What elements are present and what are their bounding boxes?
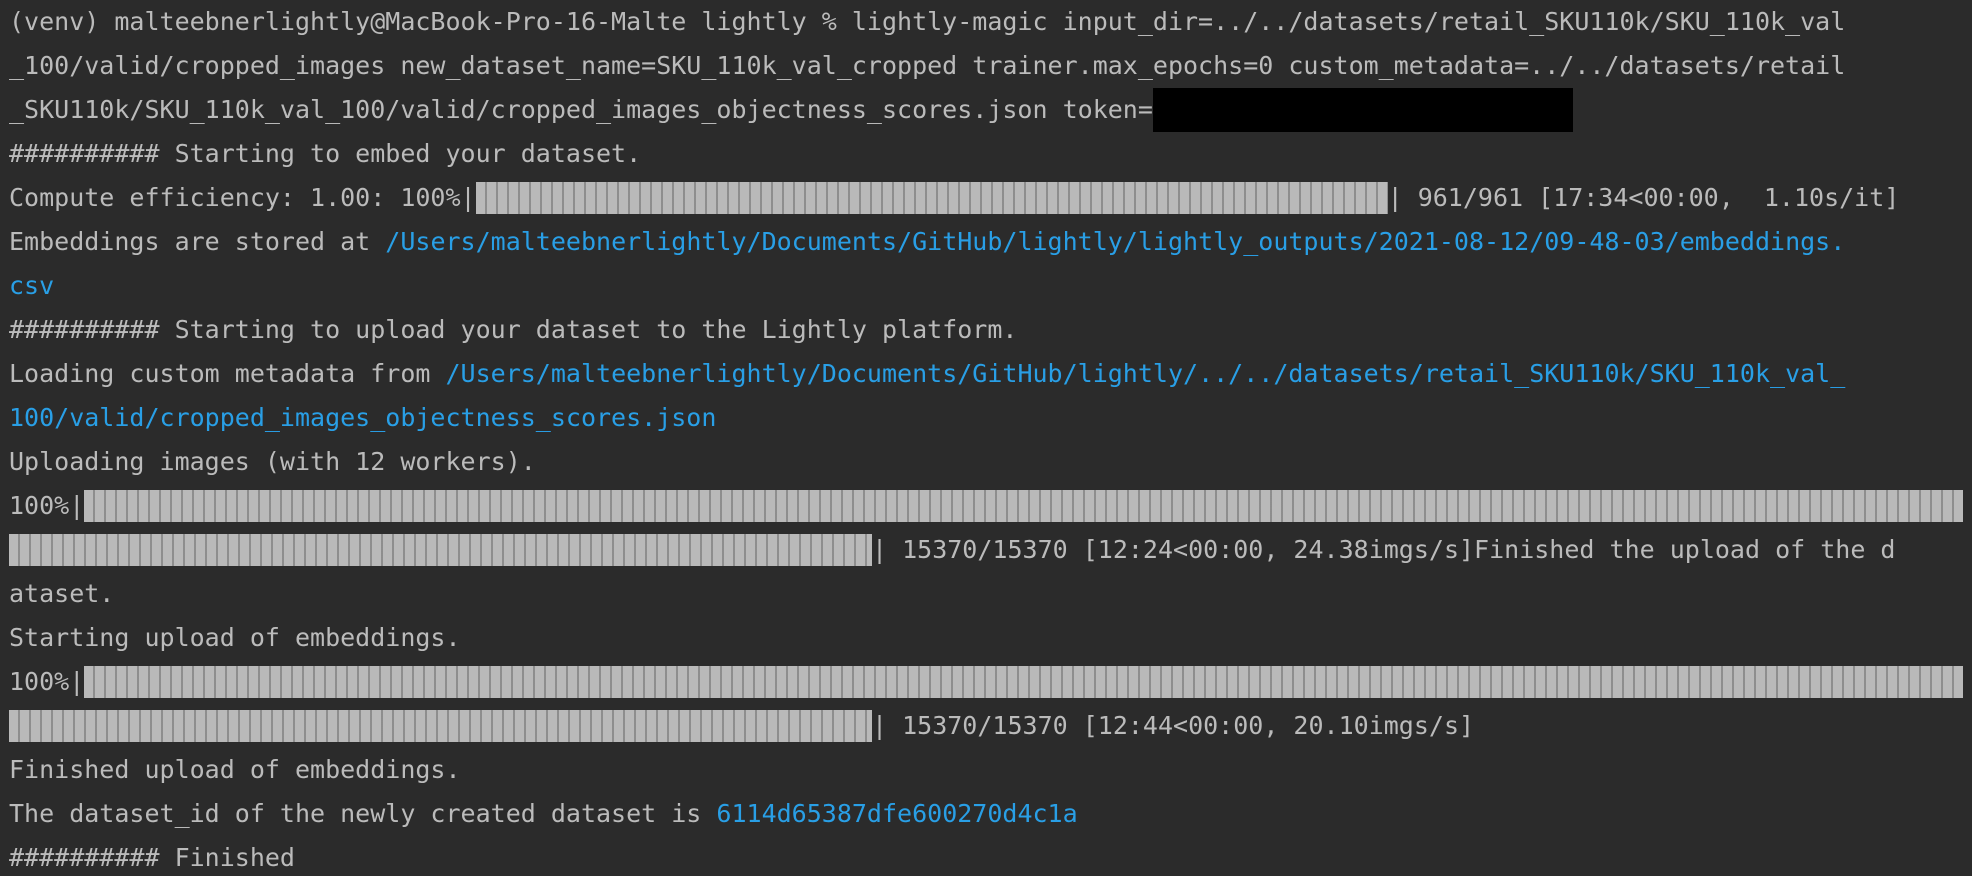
status-text: ataset. [9,579,115,608]
embeddings-path-link[interactable]: /Users/malteebnerlightly/Documents/GitHu… [385,220,1845,264]
embed-progress-bar [9,710,872,742]
status-text: Finished upload of embeddings. [9,755,461,784]
embed-progress-bar [84,666,1963,698]
embeddings-path-link[interactable]: csv [9,264,54,308]
progress-stats: | 961/961 [17:34<00:00, 1.10s/it] [1387,183,1900,212]
command-line-1: (venv) malteebnerlightly@MacBook-Pro-16-… [9,0,1972,44]
upload-finished-line: ataset. [9,572,1972,616]
compute-progress-line: Compute efficiency: 1.00: 100%| | 961/961… [9,176,1972,220]
upload-progress-bar [84,490,1963,522]
metadata-line: Loading custom metadata from /Users/malt… [9,352,1972,396]
embed-progress-line: 100%| [9,660,1972,704]
dataset-id-line: The dataset_id of the newly created data… [9,792,1972,836]
metadata-path-link[interactable]: 100/valid/cropped_images_objectness_scor… [9,396,716,440]
command-line-2: _100/valid/cropped_images new_dataset_na… [9,44,1972,88]
status-text: ########## Starting to upload your datas… [9,315,1018,344]
metadata-line-cont: 100/valid/cropped_images_objectness_scor… [9,396,1972,440]
progress-label: Compute efficiency: 1.00: 100%| [9,183,476,212]
status-text: Uploading images (with 12 workers). [9,447,536,476]
redacted-token [1152,88,1573,132]
status-text: Embeddings are stored at [9,227,386,256]
embed-finished-line: Finished upload of embeddings. [9,748,1972,792]
status-text: Loading custom metadata from [9,359,446,388]
command-line-3: _SKU110k/SKU_110k_val_100/valid/cropped_… [9,88,1972,132]
command-text: (venv) malteebnerlightly@MacBook-Pro-16-… [9,7,1846,36]
status-text: ########## Finished [9,843,295,872]
upload-progress-line: 100%| [9,484,1972,528]
embeddings-stored-line: Embeddings are stored at /Users/malteebn… [9,220,1972,264]
embed-start-line: ########## Starting to embed your datase… [9,132,1972,176]
command-text: _SKU110k/SKU_110k_val_100/valid/cropped_… [9,95,1153,124]
embeddings-stored-line-cont: csv [9,264,1972,308]
progress-label: 100%| [9,667,85,696]
terminal-output[interactable]: (venv) malteebnerlightly@MacBook-Pro-16-… [0,0,1972,876]
status-text: ########## Starting to embed your datase… [9,139,642,168]
metadata-path-link[interactable]: /Users/malteebnerlightly/Documents/GitHu… [446,352,1846,396]
progress-label: 100%| [9,491,85,520]
embed-progress-line-cont: | 15370/15370 [12:44<00:00, 20.10imgs/s] [9,704,1972,748]
upload-progress-line-cont: | 15370/15370 [12:24<00:00, 24.38imgs/s]… [9,528,1972,572]
upload-start-line: ########## Starting to upload your datas… [9,308,1972,352]
uploading-images-line: Uploading images (with 12 workers). [9,440,1972,484]
embed-upload-start-line: Starting upload of embeddings. [9,616,1972,660]
status-text: Starting upload of embeddings. [9,623,461,652]
compute-progress-bar [475,182,1388,214]
progress-stats: | 15370/15370 [12:24<00:00, 24.38imgs/s]… [872,535,1896,564]
upload-progress-bar [9,534,872,566]
progress-stats: | 15370/15370 [12:44<00:00, 20.10imgs/s] [872,711,1475,740]
dataset-id-link[interactable]: 6114d65387dfe600270d4c1a [716,792,1077,836]
finished-line: ########## Finished [9,836,1972,876]
command-text: _100/valid/cropped_images new_dataset_na… [9,51,1846,80]
status-text: The dataset_id of the newly created data… [9,799,717,828]
